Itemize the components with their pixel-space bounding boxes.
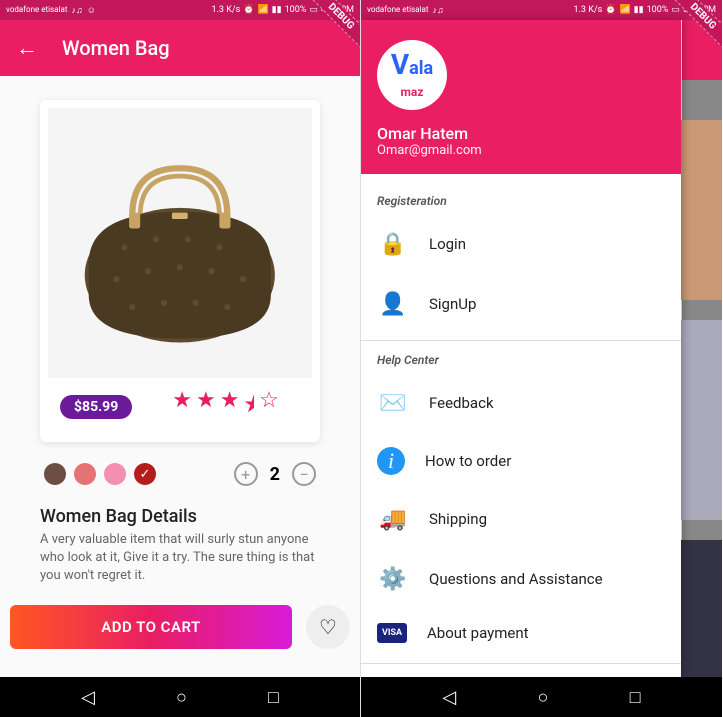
battery-icon: ▭ (671, 5, 680, 15)
whatsapp-icon: ☺ (87, 5, 96, 16)
action-row: ADD TO CART ♡ (0, 593, 360, 661)
product-content: $85.99 ★ ★ ★ ⯨ ☆ ✓ (0, 76, 360, 661)
avatar: Vala maz (377, 40, 447, 110)
user-name: Omar Hatem (377, 124, 665, 143)
rating-stars: ★ ★ ★ ⯨ ☆ (172, 388, 279, 426)
price-badge: $85.99 (60, 395, 132, 419)
truck-icon: 🚚 (377, 503, 409, 535)
menu-label: Login (429, 235, 466, 253)
menu-label: How to order (425, 452, 511, 470)
app-bar: ← Women Bag (0, 20, 360, 76)
product-card: $85.99 ★ ★ ★ ⯨ ☆ (40, 100, 320, 442)
carrier-label: vodafone etisalat (367, 6, 428, 14)
signup-icon: 👤 (377, 288, 409, 320)
nav-recent-icon[interactable]: □ (268, 687, 279, 708)
battery-icon: ▭ (309, 5, 318, 15)
navigation-drawer: Vala maz Omar Hatem Omar@gmail.com Regis… (361, 20, 681, 677)
color-swatches: ✓ (44, 463, 156, 485)
star-icon: ★ (220, 388, 240, 426)
divider (361, 663, 681, 664)
alarm-icon: ⏰ (605, 5, 616, 15)
bluetooth-icon: ♪♫ (71, 5, 82, 16)
info-icon: i (377, 447, 405, 475)
gear-icon: ⚙️ (377, 563, 409, 595)
star-half-icon: ⯨ (243, 388, 255, 426)
qty-plus-button[interactable]: + (234, 462, 258, 486)
add-to-cart-button[interactable]: ADD TO CART (10, 605, 292, 649)
alarm-icon: ⏰ (243, 5, 254, 15)
qty-minus-button[interactable]: − (292, 462, 316, 486)
visa-icon: VISA (377, 623, 407, 643)
background-content (682, 20, 722, 677)
section-label: Help Center (361, 347, 681, 373)
menu-item-login[interactable]: 🔒 Login (361, 214, 681, 274)
nav-home-icon[interactable]: ○ (176, 687, 187, 708)
status-bar: vodafone etisalat ♪♫ 1.3 K/s ⏰ 📶 ▮▮ 100%… (361, 0, 722, 20)
menu-label: Shipping (429, 510, 487, 528)
menu-item-questions[interactable]: ⚙️ Questions and Assistance (361, 549, 681, 609)
user-email: Omar@gmail.com (377, 143, 665, 158)
menu-label: SignUp (429, 295, 476, 313)
nav-home-icon[interactable]: ○ (538, 687, 549, 708)
section-label: Registeration (361, 188, 681, 214)
back-icon[interactable]: ← (16, 35, 38, 61)
android-nav-bar: ◁ ○ □ (361, 677, 722, 717)
lock-icon: 🔒 (377, 228, 409, 260)
carrier-label: vodafone etisalat (6, 6, 67, 14)
star-empty-icon: ☆ (259, 388, 279, 426)
favorite-button[interactable]: ♡ (306, 605, 350, 649)
menu-item-payment[interactable]: VISA About payment (361, 609, 681, 657)
drawer-screen: vodafone etisalat ♪♫ 1.3 K/s ⏰ 📶 ▮▮ 100%… (361, 0, 722, 717)
qty-value: 2 (270, 464, 280, 485)
nav-back-icon[interactable]: ◁ (81, 687, 95, 708)
details-text: A very valuable item that will surly stu… (40, 531, 320, 586)
wifi-icon: 📶 (619, 5, 630, 15)
drawer-body[interactable]: Registeration 🔒 Login 👤 SignUp Help Cent… (361, 174, 681, 677)
envelope-icon: ✉️ (377, 387, 409, 419)
page-title: Women Bag (62, 36, 170, 60)
star-icon: ★ (172, 388, 192, 426)
nav-back-icon[interactable]: ◁ (442, 687, 456, 708)
color-swatch[interactable] (104, 463, 126, 485)
star-icon: ★ (196, 388, 216, 426)
battery-label: 100% (285, 5, 307, 15)
wifi-icon: 📶 (257, 5, 268, 15)
options-row: ✓ + 2 − (20, 442, 340, 506)
status-bar: vodafone etisalat ♪♫ ☺ 1.3 K/s ⏰ 📶 ▮▮ 10… (0, 0, 360, 20)
menu-item-shipping[interactable]: 🚚 Shipping (361, 489, 681, 549)
quantity-stepper: + 2 − (234, 462, 316, 486)
bluetooth-icon: ♪♫ (432, 5, 443, 16)
menu-label: About payment (427, 624, 529, 642)
speed-label: 1.3 K/s (212, 5, 241, 15)
product-detail-screen: vodafone etisalat ♪♫ ☺ 1.3 K/s ⏰ 📶 ▮▮ 10… (0, 0, 361, 717)
color-swatch-selected[interactable]: ✓ (134, 463, 156, 485)
section-label: Public Policy (361, 670, 681, 677)
heart-icon: ♡ (319, 615, 337, 639)
color-swatch[interactable] (44, 463, 66, 485)
android-nav-bar: ◁ ○ □ (0, 677, 360, 717)
details-title: Women Bag Details (40, 506, 320, 527)
drawer-header: Vala maz Omar Hatem Omar@gmail.com (361, 20, 681, 174)
menu-label: Feedback (429, 394, 494, 412)
price-rating-row: $85.99 ★ ★ ★ ⯨ ☆ (48, 378, 312, 434)
product-details: Women Bag Details A very valuable item t… (20, 506, 340, 586)
menu-item-feedback[interactable]: ✉️ Feedback (361, 373, 681, 433)
product-image (48, 108, 312, 378)
speed-label: 1.3 K/s (574, 5, 603, 15)
color-swatch[interactable] (74, 463, 96, 485)
menu-item-signup[interactable]: 👤 SignUp (361, 274, 681, 334)
divider (361, 340, 681, 341)
signal-icon: ▮▮ (634, 5, 644, 15)
signal-icon: ▮▮ (272, 5, 282, 15)
menu-item-how-to-order[interactable]: i How to order (361, 433, 681, 489)
nav-recent-icon[interactable]: □ (630, 687, 641, 708)
menu-label: Questions and Assistance (429, 570, 603, 588)
battery-label: 100% (647, 5, 669, 15)
